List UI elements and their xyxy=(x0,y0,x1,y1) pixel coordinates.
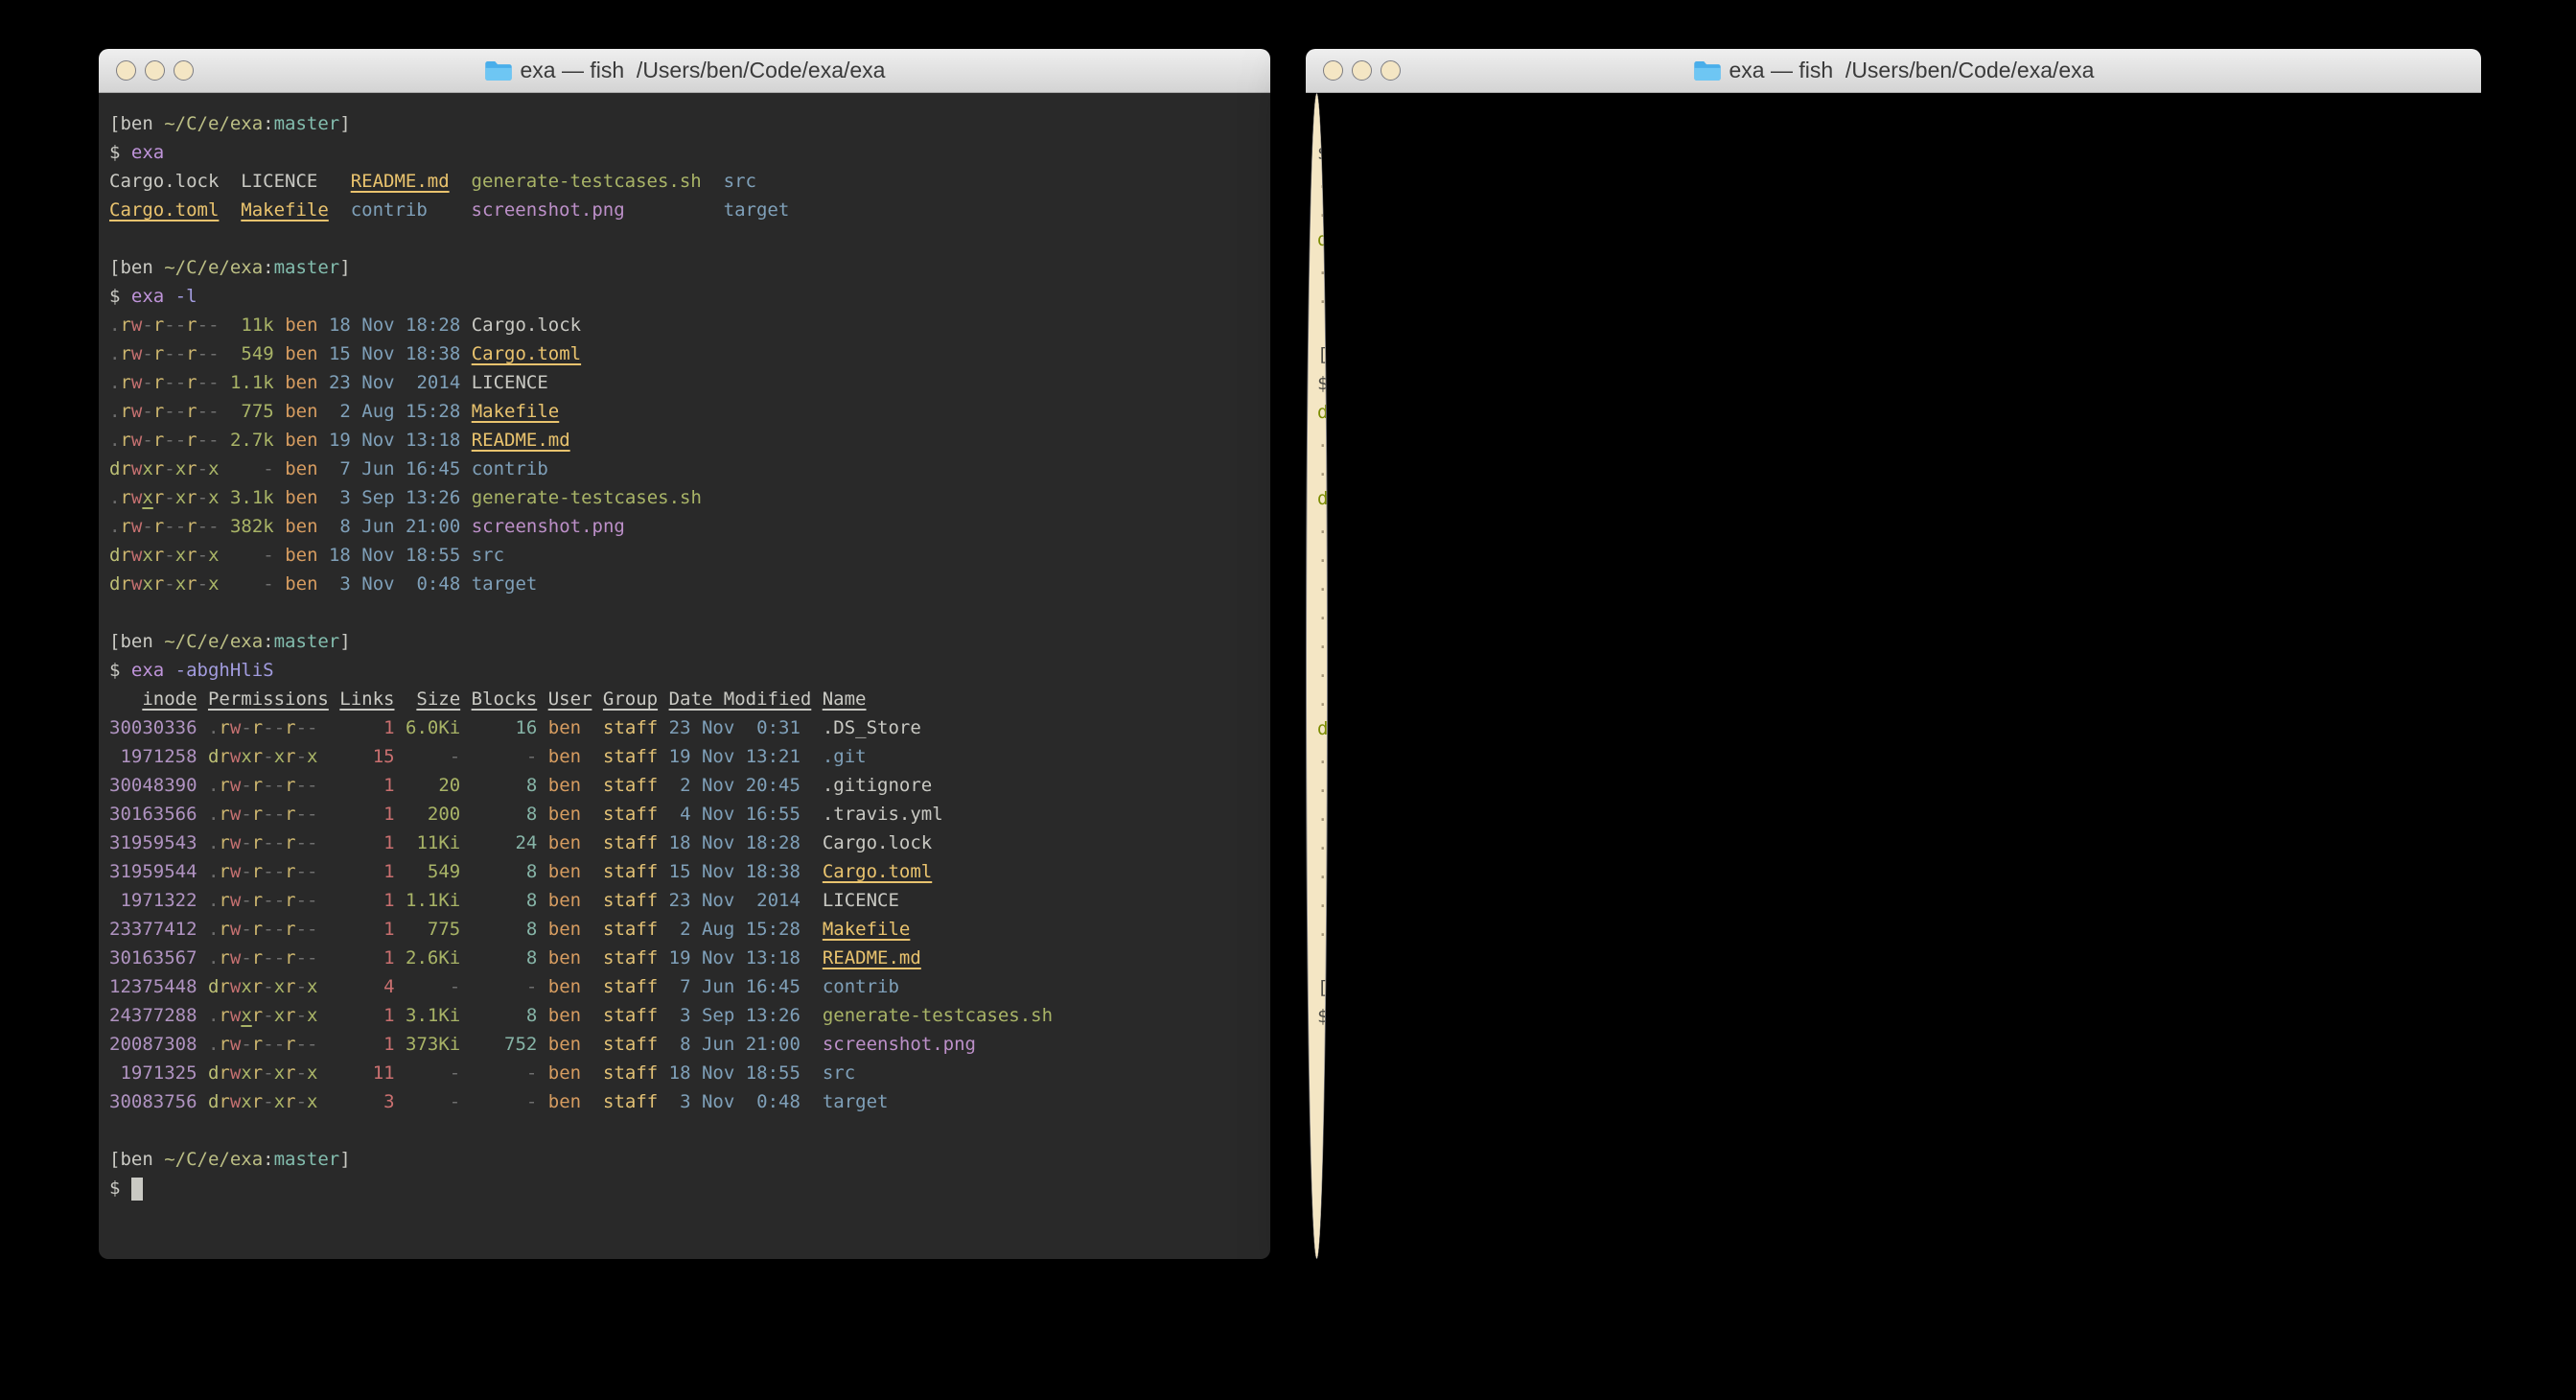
terminal-line: 30048390 .rw-r--r-- 1 20 8 ben staff 2 N… xyxy=(109,771,1261,800)
terminal-line xyxy=(109,1116,1261,1145)
terminal-line: 23377412 .rw-r--r-- 1 775 8 ben staff 2 … xyxy=(109,915,1261,944)
terminal-line: $ exa -abghHliS xyxy=(109,656,1261,685)
terminal-line: [ben ~/C/e/exa:master] xyxy=(109,1145,1261,1174)
terminal-line: 31959543 .rw-r--r-- 1 11Ki 24 ben staff … xyxy=(109,828,1261,857)
terminal-line: Cargo.lock LICENCE README.md generate-te… xyxy=(109,167,1261,196)
cursor xyxy=(131,1178,143,1201)
window-title: exa — fish /Users/ben/Code/exa/exa xyxy=(99,49,1270,92)
desktop: { "titlebar_buttons": ["close", "minimiz… xyxy=(0,0,2576,1400)
terminal-line: 1971258 drwxr-xr-x 15 - - ben staff 19 N… xyxy=(109,742,1261,771)
terminal-line: drwxr-xr-x - ben 18 Nov 18:55 src xyxy=(109,541,1261,570)
terminal-line: inode Permissions Links Size Blocks User… xyxy=(109,685,1261,713)
titlebar[interactable]: exa — fish /Users/ben/Code/exa/exa xyxy=(99,49,1270,93)
terminal-line: 30163567 .rw-r--r-- 1 2.6Ki 8 ben staff … xyxy=(109,944,1261,972)
minimize-button[interactable] xyxy=(1352,60,1372,81)
window-title-text: exa — fish /Users/ben/Code/exa/exa xyxy=(1729,58,2095,83)
terminal-content-left[interactable]: [ben ~/C/e/exa:master]$ exaCargo.lock LI… xyxy=(99,93,1270,1259)
terminal-line: 31959544 .rw-r--r-- 1 549 8 ben staff 15… xyxy=(109,857,1261,886)
terminal-content-right[interactable]: [ben ~/C/e/exa:master]$ exa --long --gri… xyxy=(1306,93,1328,1259)
zoom-button[interactable] xyxy=(174,60,194,81)
terminal-line: 30030336 .rw-r--r-- 1 6.0Ki 16 ben staff… xyxy=(109,713,1261,742)
traffic-lights xyxy=(1323,49,1401,92)
terminal-line: .rw-r--r-- 2.7k ben 19 Nov 13:18 README.… xyxy=(109,426,1261,455)
terminal-line: drwxr-xr-x - ben 3 Nov 0:48 target xyxy=(109,570,1261,598)
titlebar[interactable]: exa — fish /Users/ben/Code/exa/exa xyxy=(1306,49,2481,93)
terminal-line: 30163566 .rw-r--r-- 1 200 8 ben staff 4 … xyxy=(109,800,1261,828)
terminal-line: 30083756 drwxr-xr-x 3 - - ben staff 3 No… xyxy=(109,1087,1261,1116)
terminal-line xyxy=(109,598,1261,627)
terminal-line xyxy=(109,224,1261,253)
terminal-window-right: exa — fish /Users/ben/Code/exa/exa [ben … xyxy=(1306,49,2481,1259)
terminal-line: $ exa -l xyxy=(109,282,1261,311)
terminal-line: .rw-r--r-- 382k ben 8 Jun 21:00 screensh… xyxy=(109,512,1261,541)
traffic-lights xyxy=(116,49,194,92)
terminal-line: .rw-r--r-- 1.1k ben 23 Nov 2014 LICENCE xyxy=(109,368,1261,397)
terminal-line: 24377288 .rwxr-xr-x 1 3.1Ki 8 ben staff … xyxy=(109,1001,1261,1030)
minimize-button[interactable] xyxy=(145,60,165,81)
terminal-line: .rw-r--r-- 11k ben 18 Nov 18:28 Cargo.lo… xyxy=(109,311,1261,339)
window-title: exa — fish /Users/ben/Code/exa/exa xyxy=(1306,49,2481,92)
terminal-line: drwxr-xr-x - ben 7 Jun 16:45 contrib xyxy=(109,455,1261,483)
terminal-line: .rwxr-xr-x 3.1k ben 3 Sep 13:26 generate… xyxy=(109,483,1261,512)
terminal-line: Cargo.toml Makefile contrib screenshot.p… xyxy=(109,196,1261,224)
zoom-button[interactable] xyxy=(1381,60,1401,81)
folder-icon xyxy=(484,59,513,82)
terminal-line: .rw-r--r-- 775 ben 2 Aug 15:28 Makefile xyxy=(109,397,1261,426)
window-title-text: exa — fish /Users/ben/Code/exa/exa xyxy=(521,58,886,83)
terminal-line: $ xyxy=(109,1174,1261,1202)
terminal-line: 1971325 drwxr-xr-x 11 - - ben staff 18 N… xyxy=(109,1059,1261,1087)
terminal-line: $ exa xyxy=(109,138,1261,167)
terminal-line: 12375448 drwxr-xr-x 4 - - ben staff 7 Ju… xyxy=(109,972,1261,1001)
terminal-line: 1971322 .rw-r--r-- 1 1.1Ki 8 ben staff 2… xyxy=(109,886,1261,915)
close-button[interactable] xyxy=(116,60,136,81)
terminal-line: [ben ~/C/e/exa:master] xyxy=(109,253,1261,282)
terminal-line: [ben ~/C/e/exa:master] xyxy=(109,627,1261,656)
terminal-line: [ben ~/C/e/exa:master] xyxy=(109,109,1261,138)
terminal-window-left: exa — fish /Users/ben/Code/exa/exa [ben … xyxy=(99,49,1270,1259)
close-button[interactable] xyxy=(1323,60,1343,81)
folder-icon xyxy=(1693,59,1722,82)
terminal-line: .rw-r--r-- 549 ben 15 Nov 18:38 Cargo.to… xyxy=(109,339,1261,368)
terminal-line: 20087308 .rw-r--r-- 1 373Ki 752 ben staf… xyxy=(109,1030,1261,1059)
